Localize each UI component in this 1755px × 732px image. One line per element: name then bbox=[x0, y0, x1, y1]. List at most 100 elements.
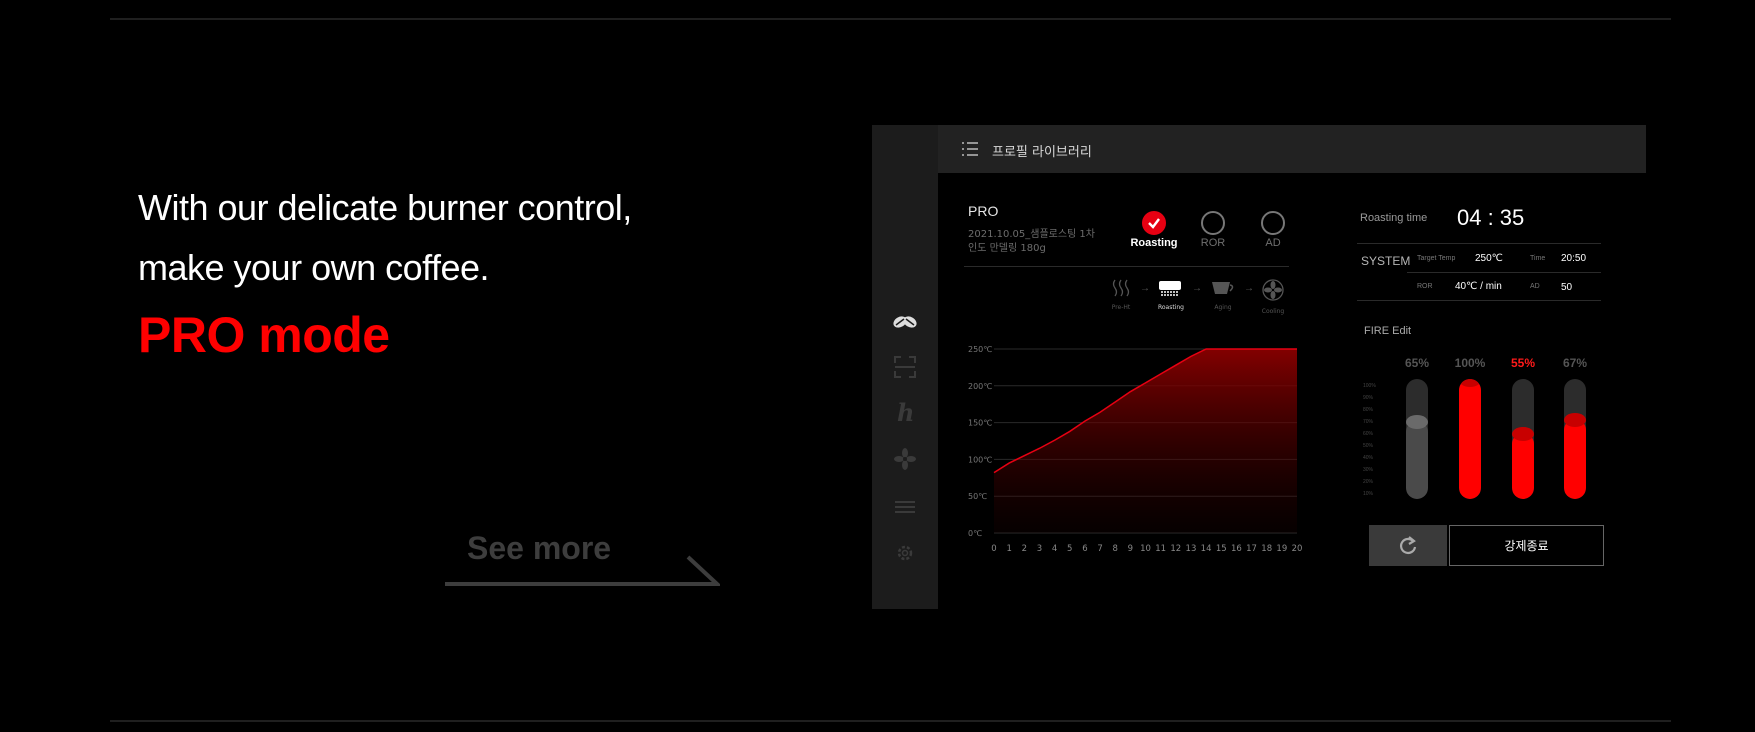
coffee-beans-icon[interactable] bbox=[891, 307, 919, 335]
x-tick-label: 8 bbox=[1112, 544, 1117, 554]
profile-date: 2021.10.05_샘플로스팅 1차 bbox=[968, 229, 1095, 240]
roaster-icon bbox=[1159, 281, 1181, 296]
device-screen: h 프로필 라이브러리 PRO 2021.10.05_샘플로스팅 1차 인도 만… bbox=[872, 125, 1646, 609]
scale-label: 90% bbox=[1363, 395, 1374, 401]
scale-label: 60% bbox=[1363, 431, 1374, 437]
temperature-area bbox=[994, 349, 1297, 533]
x-tick-label: 0 bbox=[991, 544, 996, 554]
force-stop-button[interactable]: 강제종료 bbox=[1449, 525, 1604, 566]
bottom-divider bbox=[110, 720, 1671, 722]
x-tick-label: 20 bbox=[1292, 544, 1302, 554]
ror-label: ROR bbox=[1417, 283, 1433, 290]
heat-waves-icon bbox=[1112, 279, 1130, 297]
arrow-icon: → bbox=[1140, 283, 1150, 294]
radio-icon bbox=[1201, 211, 1225, 235]
headline: With our delicate burner control, make y… bbox=[138, 178, 632, 298]
x-tick-label: 14 bbox=[1201, 544, 1212, 554]
burner-fill bbox=[1564, 418, 1586, 499]
fire-scale: 100% 90% 80% 70% 60% 50% 40% 30% 20% 10% bbox=[1363, 380, 1376, 500]
stage-aging: Aging bbox=[1203, 279, 1243, 311]
x-tick-label: 12 bbox=[1170, 544, 1181, 554]
y-tick-label: 0℃ bbox=[968, 529, 982, 538]
fan-icon[interactable] bbox=[891, 445, 919, 473]
x-tick-label: 16 bbox=[1231, 544, 1242, 554]
x-tick-label: 7 bbox=[1097, 544, 1102, 554]
ror-value: 40℃ / min bbox=[1455, 281, 1502, 292]
scan-icon[interactable] bbox=[891, 353, 919, 381]
x-tick-label: 11 bbox=[1155, 544, 1166, 554]
stage-roasting: Roasting bbox=[1151, 279, 1191, 311]
y-tick-label: 100℃ bbox=[968, 455, 992, 464]
headline-line-1: With our delicate burner control, bbox=[138, 187, 632, 228]
sidebar: h bbox=[872, 125, 938, 609]
h-logo-icon[interactable]: h bbox=[891, 399, 919, 427]
topbar-title: 프로필 라이브러리 bbox=[992, 145, 1092, 160]
menu-lines-icon[interactable] bbox=[891, 493, 919, 521]
x-tick-label: 1 bbox=[1006, 544, 1011, 554]
mode-title: PRO mode bbox=[138, 307, 390, 363]
scale-label: 10% bbox=[1363, 491, 1374, 497]
stage-preheat: Pre-Ht bbox=[1101, 279, 1141, 311]
tab-ad[interactable]: AD bbox=[1243, 211, 1303, 249]
burner-1-slider[interactable] bbox=[1406, 379, 1428, 499]
headline-line-2: make your own coffee. bbox=[138, 247, 490, 288]
burner-2-slider[interactable] bbox=[1459, 379, 1481, 499]
top-divider bbox=[110, 18, 1671, 20]
scale-label: 70% bbox=[1363, 419, 1374, 425]
burner-3-slider[interactable] bbox=[1512, 379, 1534, 499]
divider bbox=[964, 266, 1289, 267]
burner-4-percent: 67% bbox=[1562, 356, 1588, 370]
arrow-icon: → bbox=[1192, 283, 1202, 294]
burner-3-percent: 55% bbox=[1510, 356, 1536, 370]
x-tick-label: 13 bbox=[1186, 544, 1197, 554]
profile-name: PRO bbox=[968, 203, 999, 219]
tab-roasting[interactable]: Roasting bbox=[1124, 211, 1184, 249]
tab-label: ROR bbox=[1200, 237, 1226, 249]
y-tick-label: 50℃ bbox=[968, 492, 987, 501]
radio-icon bbox=[1261, 211, 1285, 235]
slider-handle[interactable] bbox=[1512, 427, 1534, 441]
x-tick-label: 6 bbox=[1082, 544, 1087, 554]
burner-fill bbox=[1406, 421, 1428, 499]
list-icon[interactable] bbox=[962, 142, 978, 156]
fan-icon bbox=[1262, 279, 1284, 301]
burner-fill bbox=[1459, 379, 1481, 499]
x-tick-label: 4 bbox=[1052, 544, 1057, 554]
burner-4-slider[interactable] bbox=[1564, 379, 1586, 499]
scale-label: 50% bbox=[1363, 443, 1374, 449]
tab-ror[interactable]: ROR bbox=[1183, 211, 1243, 249]
reset-button[interactable] bbox=[1369, 525, 1447, 566]
x-tick-label: 5 bbox=[1067, 544, 1072, 554]
topbar: 프로필 라이브러리 bbox=[938, 125, 1646, 173]
scale-label: 80% bbox=[1363, 407, 1374, 413]
scale-label: 100% bbox=[1363, 383, 1376, 389]
see-more-link[interactable]: See more bbox=[445, 526, 720, 588]
slider-handle[interactable] bbox=[1564, 412, 1586, 427]
x-tick-label: 10 bbox=[1140, 544, 1151, 554]
scale-label: 40% bbox=[1363, 455, 1374, 461]
ad-value: 50 bbox=[1561, 282, 1573, 293]
time-value: 20:50 bbox=[1561, 253, 1587, 264]
roasting-time-label: Roasting time bbox=[1360, 212, 1428, 224]
ad-label: AD bbox=[1530, 283, 1540, 290]
profile-bean: 인도 만델링 180g bbox=[968, 243, 1046, 254]
burner-1-percent: 65% bbox=[1404, 356, 1430, 370]
fire-edit-title: FIRE Edit bbox=[1364, 325, 1412, 337]
stage-label: Aging bbox=[1214, 304, 1232, 311]
stage-cooling: Cooling bbox=[1253, 279, 1293, 315]
time-label: Time bbox=[1530, 255, 1546, 262]
burner-fill bbox=[1512, 433, 1534, 499]
roasting-time-value: 04 : 35 bbox=[1457, 205, 1525, 230]
x-tick-label: 9 bbox=[1128, 544, 1133, 554]
stage-label: Roasting bbox=[1157, 304, 1184, 311]
x-tick-label: 15 bbox=[1216, 544, 1227, 554]
y-tick-label: 200℃ bbox=[968, 382, 992, 391]
target-temp-value: 250℃ bbox=[1475, 253, 1503, 264]
refresh-icon bbox=[1400, 535, 1417, 554]
slider-handle[interactable] bbox=[1406, 415, 1428, 429]
cup-icon bbox=[1212, 282, 1234, 294]
arrow-right-icon bbox=[445, 555, 720, 586]
scale-label: 20% bbox=[1363, 479, 1374, 485]
gear-icon[interactable] bbox=[891, 539, 919, 567]
tab-label: Roasting bbox=[1130, 237, 1178, 249]
